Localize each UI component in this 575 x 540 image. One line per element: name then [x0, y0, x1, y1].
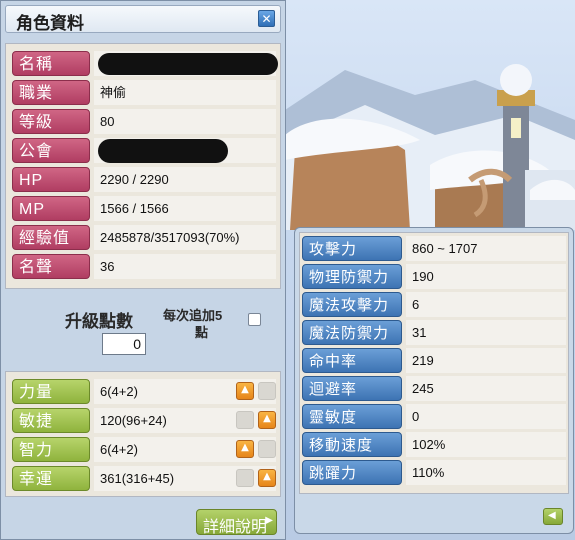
attribute-label: 幸運 — [12, 466, 90, 491]
stat-value: 860 ~ 1707 — [406, 236, 566, 261]
profile-value: 80 — [94, 109, 276, 134]
profile-value: 2485878/3517093(70%) — [94, 225, 276, 250]
arrow-left-icon: ◀ — [548, 510, 556, 521]
attribute-row-dex: 敏捷 120(96+24) — [12, 408, 276, 433]
levelup-label: 升級點數 — [65, 312, 133, 331]
profile-label: 名聲 — [12, 254, 90, 279]
profile-label: 名稱 — [12, 51, 90, 76]
profile-row-job: 職業 神偷 — [12, 80, 276, 105]
profile-label: MP — [12, 196, 90, 221]
redacted-guild — [98, 139, 228, 163]
stat-row: 移動速度 102% — [302, 432, 566, 457]
stat-row: 物理防禦力 190 — [302, 264, 566, 289]
profile-label: HP — [12, 167, 90, 192]
profile-row-mp: MP 1566 / 1566 — [12, 196, 276, 221]
levelup-points-field: 0 — [102, 333, 146, 355]
increase-str-slot — [258, 382, 276, 400]
auto-add-label-line2: 點 — [195, 325, 209, 340]
increase-str-button[interactable] — [236, 382, 254, 400]
stat-row: 魔法防禦力 31 — [302, 320, 566, 345]
stat-value: 190 — [406, 264, 566, 289]
stat-value: 6 — [406, 292, 566, 317]
profile-row-hp: HP 2290 / 2290 — [12, 167, 276, 192]
stat-value: 219 — [406, 348, 566, 373]
attribute-row-luk: 幸運 361(316+45) — [12, 466, 276, 491]
stat-label: 跳躍力 — [302, 460, 402, 485]
profile-panel: 名稱 職業 神偷 等級 80 公會 HP 2290 / 2290 MP 1566… — [5, 43, 281, 289]
window-title: 角色資料 — [16, 14, 84, 33]
character-info-window: 角色資料 ✕ 名稱 職業 神偷 等級 80 公會 HP 2290 / 2290 … — [0, 0, 286, 540]
profile-row-name: 名稱 — [12, 51, 278, 76]
stats-panel: 攻擊力 860 ~ 1707 物理防禦力 190 魔法攻擊力 6 魔法防禦力 3… — [299, 232, 569, 494]
attribute-label: 力量 — [12, 379, 90, 404]
stat-value: 110% — [406, 460, 566, 485]
stat-label: 攻擊力 — [302, 236, 402, 261]
stat-row: 跳躍力 110% — [302, 460, 566, 485]
stat-row: 命中率 219 — [302, 348, 566, 373]
auto-add-checkbox[interactable] — [248, 313, 261, 326]
increase-luk-slot — [236, 469, 254, 487]
details-button-label: 詳細說明 — [203, 519, 268, 536]
profile-value: 36 — [94, 254, 276, 279]
stat-label: 迴避率 — [302, 376, 402, 401]
profile-label: 等級 — [12, 109, 90, 134]
increase-luk-button[interactable] — [258, 469, 276, 487]
stat-label: 移動速度 — [302, 432, 402, 457]
increase-dex-slot — [236, 411, 254, 429]
profile-row-fame: 名聲 36 — [12, 254, 276, 279]
profile-value: 神偷 — [94, 80, 276, 105]
profile-value: 2290 / 2290 — [94, 167, 276, 192]
profile-label: 公會 — [12, 138, 90, 163]
auto-add-label-line1: 每次追加5 — [163, 308, 223, 323]
attribute-label: 敏捷 — [12, 408, 90, 433]
details-button[interactable]: 詳細說明 ▶ — [196, 509, 277, 536]
profile-value: 1566 / 1566 — [94, 196, 276, 221]
increase-int-button[interactable] — [236, 440, 254, 458]
stat-label: 魔法攻擊力 — [302, 292, 402, 317]
stat-label: 魔法防禦力 — [302, 320, 402, 345]
stat-value: 0 — [406, 404, 566, 429]
increase-int-slot — [258, 440, 276, 458]
profile-label: 經驗值 — [12, 225, 90, 250]
attribute-label: 智力 — [12, 437, 90, 462]
levelup-panel: 升級點數 0 每次追加5 點 — [5, 295, 281, 365]
detailed-stats-window: 攻擊力 860 ~ 1707 物理防禦力 190 魔法攻擊力 6 魔法防禦力 3… — [294, 227, 574, 534]
stat-label: 命中率 — [302, 348, 402, 373]
stat-row: 魔法攻擊力 6 — [302, 292, 566, 317]
stat-row: 靈敏度 0 — [302, 404, 566, 429]
stat-label: 靈敏度 — [302, 404, 402, 429]
profile-row-guild: 公會 — [12, 138, 276, 163]
stat-row: 攻擊力 860 ~ 1707 — [302, 236, 566, 261]
profile-row-exp: 經驗值 2485878/3517093(70%) — [12, 225, 276, 250]
titlebar: 角色資料 ✕ — [5, 5, 281, 33]
profile-row-level: 等級 80 — [12, 109, 276, 134]
redacted-name — [98, 53, 278, 75]
collapse-button[interactable]: ◀ — [543, 508, 563, 525]
profile-label: 職業 — [12, 80, 90, 105]
increase-dex-button[interactable] — [258, 411, 276, 429]
chevron-right-icon: ▶ — [265, 515, 273, 526]
stat-value: 245 — [406, 376, 566, 401]
stat-value: 31 — [406, 320, 566, 345]
stat-label: 物理防禦力 — [302, 264, 402, 289]
attribute-row-str: 力量 6(4+2) — [12, 379, 276, 404]
close-icon[interactable]: ✕ — [258, 10, 275, 27]
attribute-row-int: 智力 6(4+2) — [12, 437, 276, 462]
stat-value: 102% — [406, 432, 566, 457]
attributes-panel: 力量 6(4+2) 敏捷 120(96+24) 智力 6(4+2) 幸運 361… — [5, 371, 281, 497]
stat-row: 迴避率 245 — [302, 376, 566, 401]
